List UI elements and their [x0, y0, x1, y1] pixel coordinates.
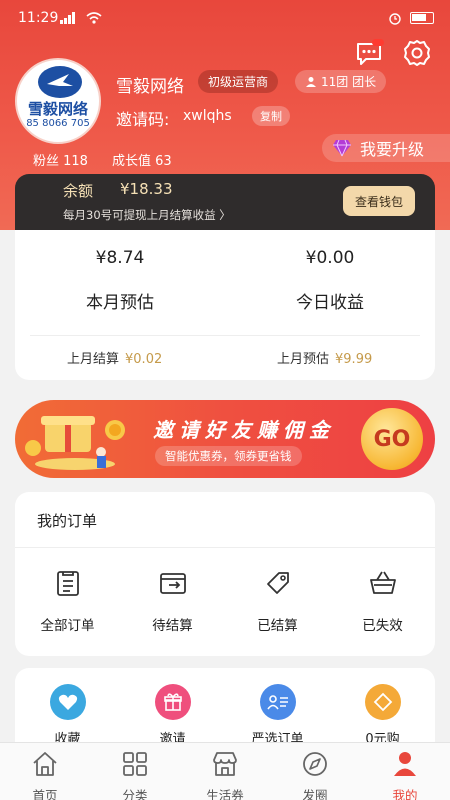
tab-coupons[interactable]: 生活券	[180, 749, 270, 800]
order-pending-label: 待结算	[152, 618, 193, 634]
bottom-tab-bar: 首页 分类 生活券 发圈 我的	[0, 742, 450, 800]
heart-icon	[49, 684, 86, 720]
order-all-label: 全部订单	[40, 618, 95, 634]
withdraw-note[interactable]: 每月30号可提现上月结算收益 〉	[63, 207, 231, 223]
tab-category-label: 分类	[122, 788, 148, 800]
earnings-card: ¥8.74 本月预估 ¥0.00 今日收益 上月结算 ¥0.02 上月预估 ¥9.9…	[15, 230, 435, 380]
order-invalid[interactable]: 已失效	[330, 568, 435, 634]
avatar-logo-number: 85 8066 705	[26, 118, 90, 129]
order-settled[interactable]: 已结算	[225, 568, 330, 634]
invalid-basket-icon	[369, 571, 396, 594]
pending-settle-icon	[159, 573, 186, 594]
wifi-icon	[86, 12, 102, 24]
tab-mine[interactable]: 我的	[360, 749, 450, 800]
wallet-card: 余额 ¥18.33 每月30号可提现上月结算收益 〉 查看钱包	[15, 174, 435, 230]
message-icon[interactable]	[354, 38, 384, 68]
balance-label: 余额	[63, 182, 94, 200]
status-right-icons	[388, 11, 434, 25]
team-badge-label: 11团 团长	[321, 75, 377, 89]
banner-subtitle: 智能优惠券，领券更省钱	[155, 446, 302, 466]
header-actions	[354, 38, 432, 68]
balance-amount: ¥18.33	[120, 180, 173, 198]
user-icon	[306, 76, 316, 87]
battery-icon	[410, 12, 434, 24]
fans-count: 粉丝 118	[33, 154, 88, 169]
go-button[interactable]: GO	[361, 408, 423, 470]
avatar[interactable]: 雪毅网络 85 8066 705	[15, 58, 101, 144]
last-estimate-label: 上月预估	[277, 352, 330, 367]
tool-zero-buy[interactable]: 0元购	[330, 684, 435, 747]
tab-share-circle-label: 发圈	[302, 788, 328, 800]
store-icon	[213, 752, 237, 776]
order-invalid-label: 已失效	[362, 618, 403, 634]
status-bar: 11:29	[0, 0, 450, 38]
orders-title: 我的订单	[37, 512, 98, 530]
settled-tag-icon	[266, 572, 289, 594]
status-time: 11:29	[18, 10, 59, 26]
airplane-logo-icon	[38, 66, 82, 98]
today-earnings-value: ¥0.00	[305, 248, 355, 268]
tool-favorites[interactable]: 收藏	[15, 684, 120, 747]
banner-title: 邀请好友赚佣金	[153, 418, 335, 442]
avatar-logo-text: 雪毅网络	[27, 100, 88, 118]
alarm-icon	[389, 13, 401, 25]
tab-home-label: 首页	[32, 788, 58, 800]
last-estimate-value: ¥9.99	[335, 352, 373, 367]
user-list-icon	[259, 684, 296, 720]
month-estimate-value: ¥8.74	[95, 248, 145, 268]
divider	[15, 547, 435, 548]
tab-category[interactable]: 分类	[90, 749, 180, 800]
tab-home[interactable]: 首页	[0, 749, 90, 800]
tab-coupons-label: 生活券	[206, 788, 244, 800]
today-earnings[interactable]: ¥0.00 今日收益	[225, 248, 435, 313]
today-earnings-label: 今日收益	[296, 293, 364, 313]
month-estimate[interactable]: ¥8.74 本月预估	[15, 248, 225, 313]
diamond-icon	[333, 139, 351, 157]
copy-button[interactable]: 复制	[252, 106, 290, 126]
last-settle-value: ¥0.02	[125, 352, 163, 367]
order-all[interactable]: 全部订单	[15, 568, 120, 634]
tool-invite[interactable]: 邀请	[120, 684, 225, 747]
home-icon	[33, 752, 57, 776]
signal-icon	[60, 12, 75, 24]
invite-label: 邀请码:	[116, 110, 170, 129]
upgrade-button[interactable]: 我要升级	[322, 134, 450, 162]
all-orders-icon	[56, 571, 79, 596]
person-icon	[394, 752, 416, 776]
upgrade-label: 我要升级	[360, 140, 425, 159]
status-left-icons	[60, 12, 102, 24]
last-settle-label: 上月结算	[67, 352, 120, 367]
tool-selected-orders[interactable]: 严选订单	[225, 684, 330, 747]
user-name: 雪毅网络	[116, 77, 184, 97]
last-month-settled: 上月结算 ¥0.02	[67, 348, 162, 367]
tab-share-circle[interactable]: 发圈	[270, 749, 360, 800]
gift-illustration-icon	[25, 416, 125, 470]
team-badge: 11团 团长	[295, 70, 387, 93]
divider	[30, 335, 420, 336]
settings-icon[interactable]	[402, 38, 432, 68]
diamond-icon	[364, 684, 401, 720]
compass-icon	[303, 752, 327, 776]
growth-value: 成长值 63	[112, 154, 172, 169]
month-estimate-label: 本月预估	[86, 293, 154, 313]
level-badge: 初级运营商	[198, 70, 279, 93]
view-wallet-button[interactable]: 查看钱包	[343, 186, 415, 216]
orders-card: 我的订单 全部订单 待结算 已结算 已失效	[15, 492, 435, 656]
invite-banner[interactable]: 邀请好友赚佣金 智能优惠券，领券更省钱 GO	[15, 400, 435, 478]
order-settled-label: 已结算	[257, 618, 298, 634]
tab-mine-label: 我的	[392, 788, 418, 800]
order-pending[interactable]: 待结算	[120, 568, 225, 634]
gift-icon	[154, 684, 191, 720]
grid-icon	[123, 752, 147, 776]
last-month-estimate: 上月预估 ¥9.99	[277, 348, 372, 367]
invite-code: xwlqhs	[183, 108, 232, 124]
